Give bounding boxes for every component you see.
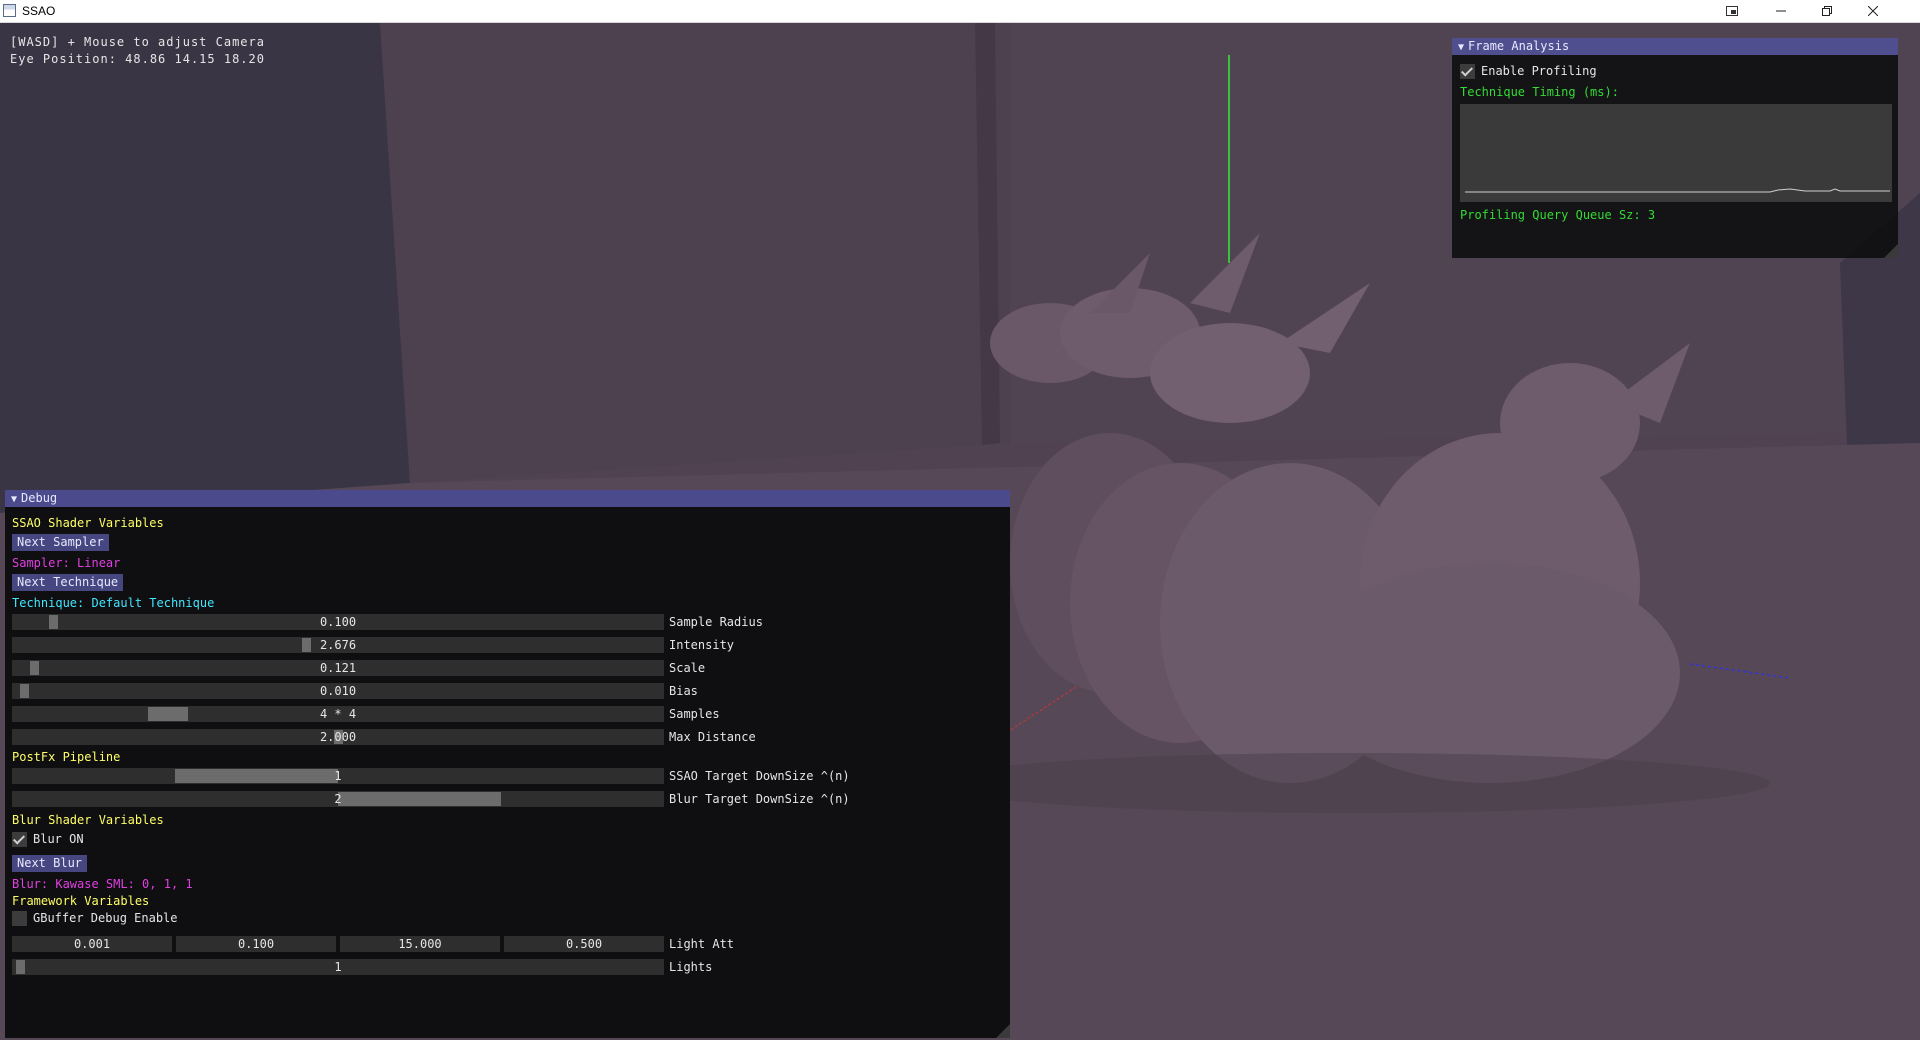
eye-position-text: Eye Position: 48.86 14.15 18.20: [10, 52, 265, 66]
blur-on-checkbox[interactable]: [12, 832, 27, 847]
frame-analysis-header[interactable]: ▼ Frame Analysis: [1452, 38, 1898, 55]
slider-value: 1: [334, 769, 342, 783]
lights-value: 1: [334, 960, 342, 974]
slider-ssao-target-downsize-n[interactable]: 1: [12, 768, 664, 784]
slider-blur-target-downsize-n[interactable]: 2: [12, 791, 664, 807]
slider-label: Max Distance: [669, 730, 756, 744]
close-icon[interactable]: [1850, 0, 1896, 22]
gbuffer-debug-checkbox[interactable]: [12, 911, 27, 926]
slider-bias[interactable]: 0.010: [12, 683, 664, 699]
minimize-icon[interactable]: [1758, 0, 1804, 22]
frame-analysis-window[interactable]: ▼ Frame Analysis Enable Profiling Techniq…: [1452, 38, 1898, 258]
light-att-field-2[interactable]: 15.000: [340, 936, 500, 952]
slider-samples[interactable]: 4 * 4: [12, 706, 664, 722]
enable-profiling-row[interactable]: Enable Profiling: [1460, 64, 1597, 79]
ssao-section-header: SSAO Shader Variables: [12, 516, 164, 530]
sampler-text: Sampler: Linear: [12, 556, 121, 570]
lights-label: Lights: [669, 960, 713, 974]
window-title: SSAO: [22, 4, 56, 18]
framework-section-header: Framework Variables: [12, 894, 150, 908]
blur-on-label: Blur ON: [33, 832, 84, 846]
slider-sample-radius[interactable]: 0.100: [12, 614, 664, 630]
debug-header[interactable]: ▼ Debug: [5, 490, 1010, 507]
floor-shadow: [930, 753, 1770, 813]
resize-grip[interactable]: [996, 1024, 1010, 1038]
restore-icon[interactable]: [1804, 0, 1850, 22]
slider-value: 2.676: [319, 638, 357, 652]
technique-timing-label: Technique Timing (ms):: [1460, 85, 1619, 99]
snap-icon[interactable]: [1709, 0, 1755, 22]
profiling-queue-label: Profiling Query Queue Sz: 3: [1460, 208, 1656, 222]
blur-section-header: Blur Shader Variables: [12, 813, 164, 827]
app-icon: [3, 4, 16, 17]
slider-label: SSAO Target DownSize ^(n): [669, 769, 850, 783]
next-technique-button[interactable]: Next Technique: [12, 574, 124, 591]
enable-profiling-checkbox[interactable]: [1460, 64, 1475, 79]
slider-label: Intensity: [669, 638, 735, 652]
next-blur-button[interactable]: Next Blur: [12, 855, 88, 872]
gbuffer-debug-label: GBuffer Debug Enable: [33, 911, 178, 925]
timing-plot: [1460, 104, 1892, 202]
back-wall: [380, 23, 1010, 483]
debug-window[interactable]: ▼ Debug SSAO Shader Variables Next Sample…: [5, 490, 1010, 1038]
next-sampler-button[interactable]: Next Sampler: [12, 534, 109, 551]
slider-label: Samples: [669, 707, 720, 721]
camera-help-text: [WASD] + Mouse to adjust Camera: [10, 35, 265, 49]
gbuffer-debug-row[interactable]: GBuffer Debug Enable: [12, 911, 178, 926]
light-att-field-1[interactable]: 0.100: [176, 936, 336, 952]
slider-label: Blur Target DownSize ^(n): [669, 792, 850, 806]
slider-value: 0.121: [319, 661, 357, 675]
light-att-field-3[interactable]: 0.500: [504, 936, 664, 952]
slider-intensity[interactable]: 2.676: [12, 637, 664, 653]
postfx-section-header: PostFx Pipeline: [12, 750, 121, 764]
lights-slider[interactable]: 1: [12, 959, 664, 975]
slider-label: Sample Radius: [669, 615, 763, 629]
technique-text: Technique: Default Technique: [12, 596, 215, 610]
slider-label: Bias: [669, 684, 698, 698]
slider-value: 2.000: [319, 730, 357, 744]
enable-profiling-label: Enable Profiling: [1481, 64, 1597, 78]
slider-scale[interactable]: 0.121: [12, 660, 664, 676]
slider-value: 4 * 4: [319, 707, 357, 721]
slider-value: 0.010: [319, 684, 357, 698]
resize-grip[interactable]: [1884, 244, 1898, 258]
left-wall: [0, 23, 410, 513]
slider-value: 2: [334, 792, 342, 806]
blur-on-row[interactable]: Blur ON: [12, 832, 84, 847]
window-titlebar: SSAO: [0, 0, 1920, 23]
frame-analysis-title: Frame Analysis: [1468, 39, 1570, 53]
light-att-label: Light Att: [669, 937, 735, 951]
blur-text: Blur: Kawase SML: 0, 1, 1: [12, 877, 193, 891]
slider-value: 0.100: [319, 615, 357, 629]
collapse-arrow-icon[interactable]: ▼: [1458, 42, 1464, 53]
slider-max-distance[interactable]: 2.000: [12, 729, 664, 745]
collapse-arrow-icon[interactable]: ▼: [11, 494, 17, 505]
timing-plot-line: [1465, 188, 1890, 193]
light-att-field-0[interactable]: 0.001: [12, 936, 172, 952]
debug-title: Debug: [21, 491, 58, 505]
slider-label: Scale: [669, 661, 706, 675]
